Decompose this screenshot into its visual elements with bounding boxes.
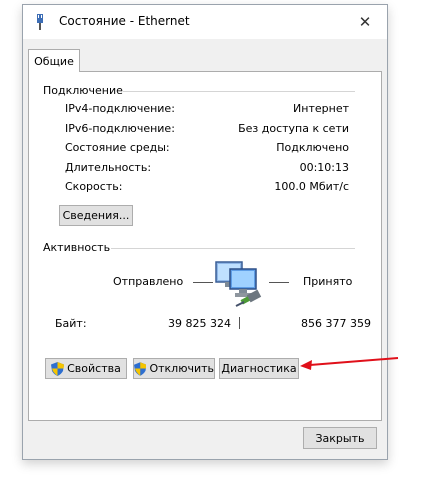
- sent-label: Отправлено: [113, 275, 184, 288]
- diagnose-button-label: Диагностика: [221, 362, 297, 375]
- title-bar[interactable]: Состояние - Ethernet ✕: [23, 5, 387, 39]
- tab-general[interactable]: Общие: [28, 49, 80, 72]
- details-button[interactable]: Сведения...: [59, 205, 133, 226]
- diagnose-button[interactable]: Диагностика: [219, 358, 299, 379]
- disable-button[interactable]: Отключить: [133, 358, 215, 379]
- ipv6-label: IPv6-подключение:: [65, 122, 175, 135]
- media-state-label: Состояние среды:: [65, 141, 170, 154]
- received-connector-line: [269, 282, 289, 283]
- duration-label: Длительность:: [65, 161, 152, 174]
- disable-button-label: Отключить: [149, 362, 214, 375]
- window-title: Состояние - Ethernet: [59, 14, 190, 28]
- speed-label: Скорость:: [65, 180, 123, 193]
- bytes-divider: [239, 317, 240, 329]
- uac-shield-icon: [134, 361, 147, 376]
- close-icon[interactable]: ✕: [351, 9, 379, 35]
- close-button[interactable]: Закрыть: [303, 427, 377, 449]
- bytes-received-value: 856 377 359: [301, 317, 371, 330]
- sent-connector-line: [193, 282, 213, 283]
- ipv4-label: IPv4-подключение:: [65, 102, 175, 115]
- received-label: Принято: [303, 275, 353, 288]
- uac-shield-icon: [51, 361, 65, 376]
- connection-group-divider: [123, 91, 355, 92]
- network-computers-icon: [215, 261, 262, 307]
- connection-group-label: Подключение: [43, 84, 123, 97]
- activity-group-divider: [111, 248, 355, 249]
- network-plug-icon: [37, 14, 43, 30]
- ipv6-value: Без доступа к сети: [238, 122, 349, 135]
- duration-value: 00:10:13: [299, 161, 349, 174]
- bytes-sent-value: 39 825 324: [168, 317, 231, 330]
- speed-value: 100.0 Мбит/с: [274, 180, 349, 193]
- status-dialog: Состояние - Ethernet ✕ Общие Подключение…: [22, 4, 388, 460]
- ipv4-value: Интернет: [293, 102, 349, 115]
- activity-group-label: Активность: [43, 241, 111, 254]
- media-state-value: Подключено: [276, 141, 349, 154]
- bytes-label: Байт:: [55, 317, 87, 330]
- properties-button[interactable]: Свойства: [45, 358, 127, 379]
- properties-button-label: Свойства: [67, 362, 121, 375]
- red-arrow-annotation: [300, 357, 399, 370]
